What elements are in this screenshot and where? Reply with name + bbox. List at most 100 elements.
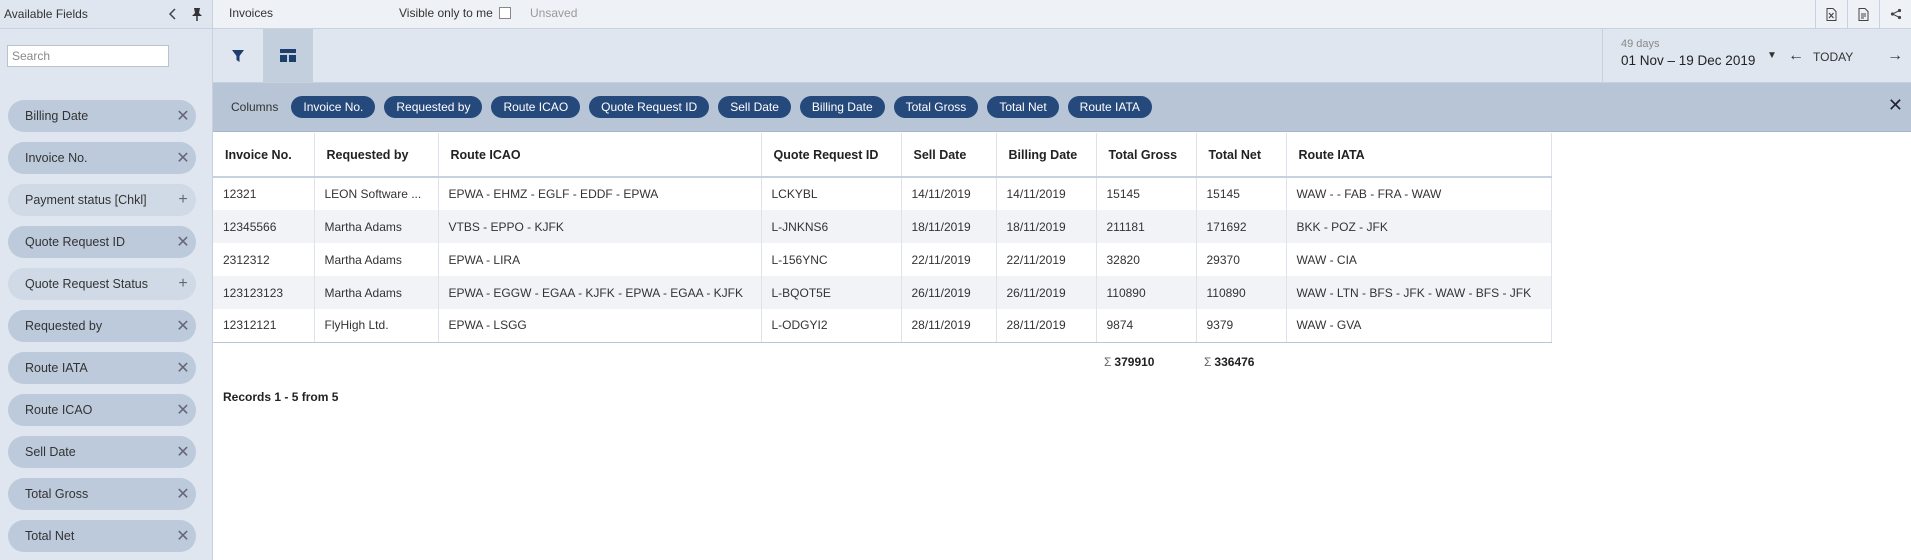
table-cell: L-ODGYI2 bbox=[761, 309, 902, 343]
field-item-label: Quote Request ID bbox=[25, 235, 126, 249]
table-cell: 9379 bbox=[1196, 309, 1287, 343]
table-cell: 14/11/2019 bbox=[996, 177, 1097, 210]
pin-icon[interactable] bbox=[188, 5, 206, 23]
today-button[interactable]: TODAY bbox=[1813, 50, 1853, 64]
column-chip[interactable]: Total Gross bbox=[893, 96, 979, 118]
remove-field-icon[interactable]: ✕ bbox=[170, 232, 196, 252]
column-chip[interactable]: Quote Request ID bbox=[589, 96, 710, 118]
field-item[interactable]: Payment status [Chkl] + bbox=[8, 184, 196, 216]
field-item[interactable]: Requested by ✕ bbox=[8, 310, 196, 342]
table-cell: 18/11/2019 bbox=[901, 210, 997, 243]
field-item[interactable]: Invoice No. ✕ bbox=[8, 142, 196, 174]
records-count: Records 1 - 5 from 5 bbox=[223, 390, 339, 404]
field-item[interactable]: Total Net ✕ bbox=[8, 520, 196, 552]
column-chip[interactable]: Invoice No. bbox=[291, 96, 376, 118]
table-cell: EPWA - EGGW - EGAA - KJFK - EPWA - EGAA … bbox=[438, 276, 762, 309]
table-row[interactable]: 123123123 Martha Adams EPWA - EGGW - EGAA … bbox=[213, 276, 1552, 309]
close-columns-icon[interactable]: ✕ bbox=[1888, 95, 1903, 116]
visible-only-checkbox[interactable] bbox=[498, 7, 511, 19]
available-fields-panel: Available Fields Billing Date✕ Invoice No… bbox=[0, 0, 213, 560]
table-row[interactable]: 2312312 Martha Adams EPWA - LIRA L-156YNC 22… bbox=[213, 243, 1552, 276]
table-cell: 12321 bbox=[213, 177, 315, 210]
add-field-icon[interactable]: + bbox=[170, 191, 196, 209]
table-cell: 171692 bbox=[1196, 210, 1287, 243]
field-item-label: Route ICAO bbox=[25, 403, 93, 417]
field-item[interactable]: Sell Date ✕ bbox=[8, 436, 196, 468]
field-item[interactable]: Route ICAO ✕ bbox=[8, 394, 196, 426]
table-body: 12321 LEON Software ... EPWA - EHMZ - EGLF… bbox=[213, 177, 1552, 343]
field-item[interactable]: Billing Date ✕ bbox=[8, 100, 196, 132]
search-input[interactable] bbox=[7, 45, 169, 67]
column-chip[interactable]: Requested by bbox=[384, 96, 483, 118]
sidebar-header: Available Fields bbox=[0, 0, 212, 29]
table-row[interactable]: 12312121 FlyHigh Ltd. EPWA - LSGG L-ODGYI2 2… bbox=[213, 309, 1552, 343]
filter-button[interactable] bbox=[213, 29, 263, 82]
export-pdf-icon[interactable] bbox=[1847, 0, 1879, 28]
column-header[interactable]: Requested by bbox=[314, 133, 439, 178]
date-dropdown-caret-icon[interactable]: ▼ bbox=[1767, 50, 1777, 61]
remove-field-icon[interactable]: ✕ bbox=[170, 442, 196, 462]
remove-field-icon[interactable]: ✕ bbox=[170, 106, 196, 126]
table-cell: 123123123 bbox=[213, 276, 315, 309]
column-header[interactable]: Sell Date bbox=[901, 133, 997, 178]
column-header[interactable]: Billing Date bbox=[996, 133, 1097, 178]
columns-label: Columns bbox=[231, 100, 279, 114]
visible-only-toggle[interactable]: Visible only to me bbox=[399, 6, 511, 20]
column-header[interactable]: Route ICAO bbox=[438, 133, 762, 178]
date-range-picker: 49 days 01 Nov – 19 Dec 2019 ▼ ← TODAY → bbox=[1602, 29, 1911, 82]
remove-field-icon[interactable]: ✕ bbox=[170, 526, 196, 546]
table-cell: Martha Adams bbox=[314, 243, 439, 276]
field-item-label: Payment status [Chkl] bbox=[25, 193, 147, 207]
table-cell: 9874 bbox=[1096, 309, 1197, 343]
layout-icon bbox=[280, 49, 296, 62]
field-item-label: Sell Date bbox=[25, 445, 76, 459]
table-cell: LEON Software ... bbox=[314, 177, 439, 210]
table-cell: 110890 bbox=[1196, 276, 1287, 309]
field-item[interactable]: Route IATA ✕ bbox=[8, 352, 196, 384]
remove-field-icon[interactable]: ✕ bbox=[170, 316, 196, 336]
table-row[interactable]: 12321 LEON Software ... EPWA - EHMZ - EGLF… bbox=[213, 177, 1552, 210]
remove-field-icon[interactable]: ✕ bbox=[170, 484, 196, 504]
previous-period-arrow-icon[interactable]: ← bbox=[1788, 47, 1804, 65]
sidebar-search-row bbox=[0, 29, 212, 83]
table-header-row: Invoice No. Requested by Route ICAO Quote R… bbox=[213, 133, 1552, 178]
total-net-sum-value: 336476 bbox=[1214, 355, 1255, 369]
remove-field-icon[interactable]: ✕ bbox=[170, 400, 196, 420]
filter-icon bbox=[232, 49, 244, 62]
table-cell: EPWA - LIRA bbox=[438, 243, 762, 276]
table-cell: FlyHigh Ltd. bbox=[314, 309, 439, 343]
date-range-value[interactable]: 01 Nov – 19 Dec 2019 bbox=[1621, 53, 1755, 68]
collapse-chevron-icon[interactable] bbox=[164, 5, 182, 23]
remove-field-icon[interactable]: ✕ bbox=[170, 358, 196, 378]
table-cell: 12312121 bbox=[213, 309, 315, 343]
table-cell: Martha Adams bbox=[314, 276, 439, 309]
column-header[interactable]: Total Net bbox=[1196, 133, 1287, 178]
report-title[interactable]: Invoices bbox=[229, 6, 273, 20]
remove-field-icon[interactable]: ✕ bbox=[170, 148, 196, 168]
field-item[interactable]: Total Gross ✕ bbox=[8, 478, 196, 510]
column-chip[interactable]: Route IATA bbox=[1067, 96, 1152, 118]
column-header[interactable]: Route IATA bbox=[1286, 133, 1552, 178]
total-gross-sum: Σ 379910 bbox=[1104, 355, 1154, 369]
field-item[interactable]: Quote Request Status + bbox=[8, 268, 196, 300]
layout-button[interactable] bbox=[263, 29, 313, 82]
table-cell: L-JNKNS6 bbox=[761, 210, 902, 243]
table-cell: EPWA - EHMZ - EGLF - EDDF - EPWA bbox=[438, 177, 762, 210]
share-icon[interactable] bbox=[1879, 0, 1911, 28]
table-cell: 26/11/2019 bbox=[996, 276, 1097, 309]
column-chip[interactable]: Route ICAO bbox=[491, 96, 581, 118]
next-period-arrow-icon[interactable]: → bbox=[1887, 47, 1903, 65]
column-chip[interactable]: Billing Date bbox=[799, 96, 885, 118]
table-row[interactable]: 12345566 Martha Adams VTBS - EPPO - KJFK L-… bbox=[213, 210, 1552, 243]
add-field-icon[interactable]: + bbox=[170, 275, 196, 293]
field-item[interactable]: Quote Request ID ✕ bbox=[8, 226, 196, 258]
export-excel-icon[interactable] bbox=[1815, 0, 1847, 28]
column-chip[interactable]: Sell Date bbox=[718, 96, 791, 118]
column-chip[interactable]: Total Net bbox=[987, 96, 1059, 118]
table-cell: BKK - POZ - JFK bbox=[1286, 210, 1552, 243]
column-header[interactable]: Total Gross bbox=[1096, 133, 1197, 178]
column-header[interactable]: Quote Request ID bbox=[761, 133, 902, 178]
invoices-table: Invoice No. Requested by Route ICAO Quote R… bbox=[213, 133, 1552, 343]
unsaved-status: Unsaved bbox=[530, 6, 578, 20]
column-header[interactable]: Invoice No. bbox=[213, 133, 315, 178]
